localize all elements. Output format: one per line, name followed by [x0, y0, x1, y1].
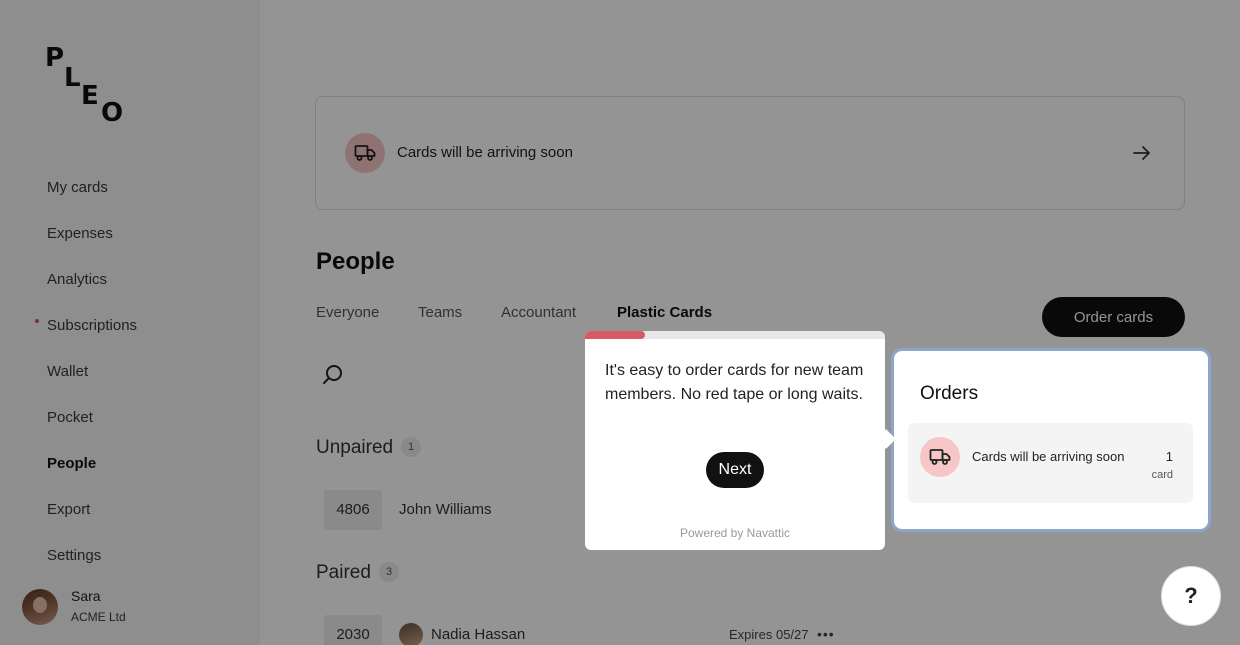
- help-button[interactable]: ?: [1161, 566, 1221, 626]
- tour-progress-fill: [585, 331, 645, 339]
- orders-title: Orders: [920, 383, 979, 404]
- powered-by-label[interactable]: Powered by Navattic: [585, 526, 885, 540]
- next-button[interactable]: Next: [706, 452, 764, 488]
- order-card-count: 1: [1165, 449, 1173, 464]
- truck-icon: [920, 437, 960, 477]
- order-item[interactable]: Cards will be arriving soon 1 card: [908, 423, 1193, 503]
- orders-panel[interactable]: Orders Cards will be arriving soon 1 car…: [894, 351, 1208, 529]
- tooltip-text: It's easy to order cards for new team me…: [605, 362, 864, 403]
- tour-progress-bar: [585, 331, 885, 339]
- tour-tooltip: It's easy to order cards for new team me…: [585, 331, 885, 550]
- order-card-unit: card: [1151, 469, 1173, 481]
- order-status-text: Cards will be arriving soon: [972, 449, 1125, 464]
